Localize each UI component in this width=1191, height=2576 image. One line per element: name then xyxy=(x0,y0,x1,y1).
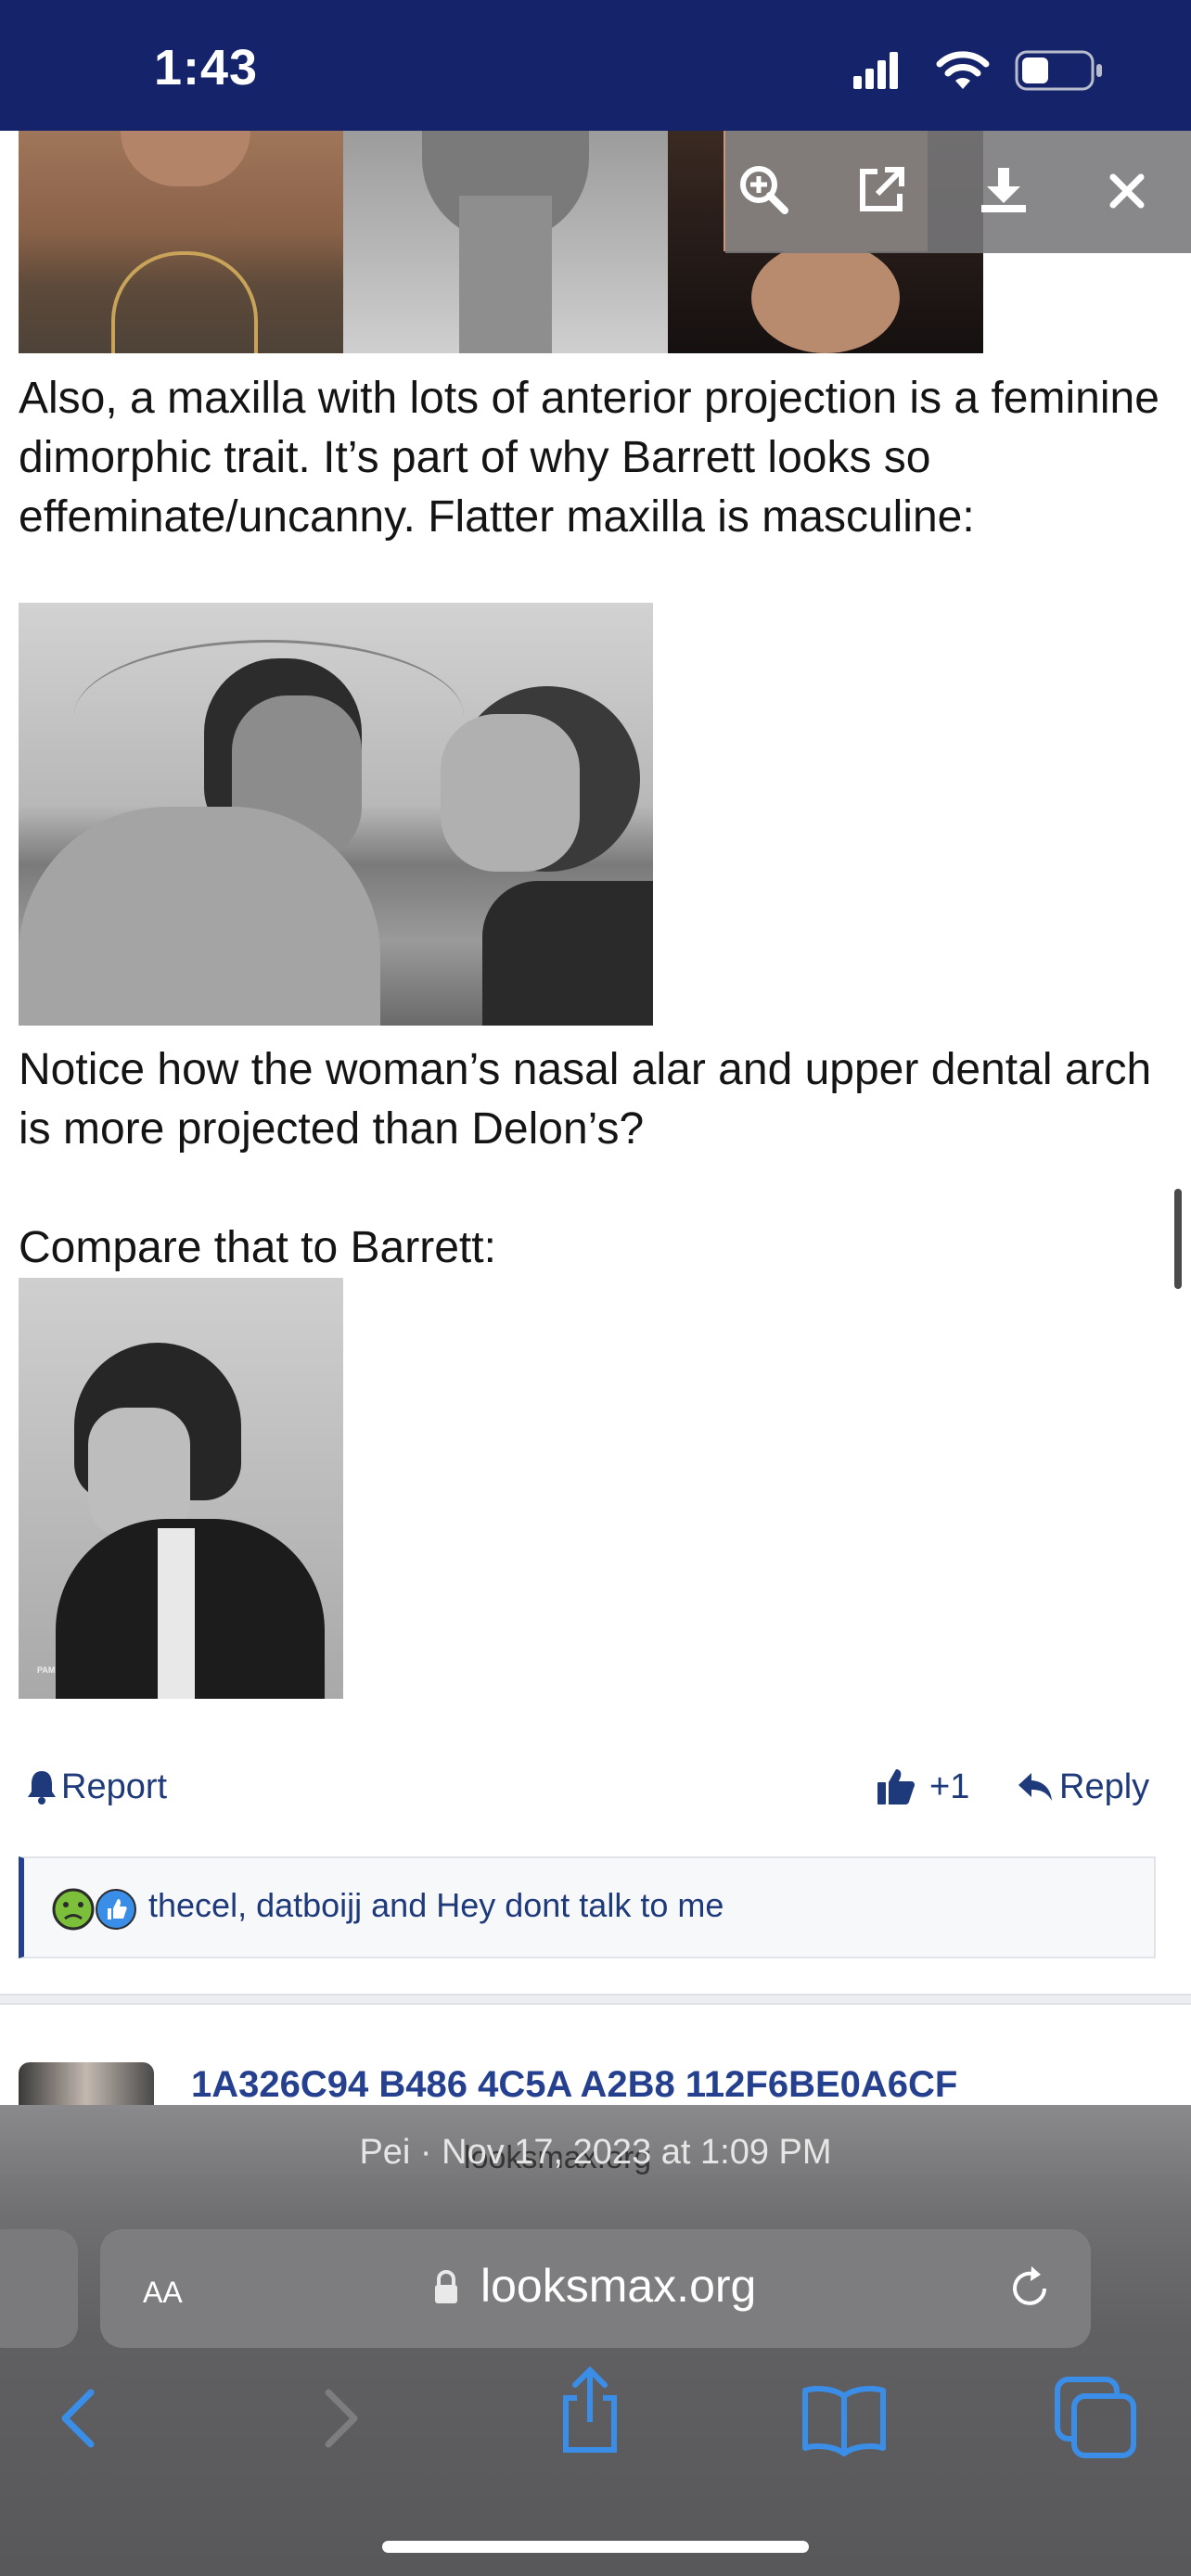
bell-icon xyxy=(28,1771,56,1804)
close-icon[interactable] xyxy=(1106,170,1148,212)
like-button[interactable]: +1 xyxy=(876,1764,969,1810)
share-icon[interactable] xyxy=(544,2365,636,2457)
next-post-title[interactable]: 1A326C94 B486 4C5A A2B8 112F6BE0A6CF xyxy=(191,2064,957,2106)
wifi-icon xyxy=(936,51,990,89)
reply-button[interactable]: Reply xyxy=(1017,1764,1149,1810)
post-image-profile[interactable]: PAM xyxy=(19,1278,343,1699)
reply-arrow-icon xyxy=(1018,1773,1052,1801)
tabs-icon[interactable] xyxy=(1050,2372,1143,2465)
download-icon[interactable] xyxy=(978,164,1030,216)
post-paragraph: Notice how the woman’s nasal alar and up… xyxy=(19,1045,1152,1154)
image-thumbnail-2[interactable] xyxy=(343,131,668,353)
forward-arrow-icon[interactable] xyxy=(293,2372,386,2465)
reader-text-size-button[interactable]: AA xyxy=(143,2266,183,2313)
previous-tab-preview[interactable] xyxy=(0,2229,78,2348)
reactions-text[interactable]: thecel, datboijj and Hey dont talk to me xyxy=(148,1886,724,1925)
like-reaction-icon xyxy=(96,1889,136,1930)
url-text[interactable]: looksmax.org xyxy=(480,2259,756,2313)
nauseated-face-icon xyxy=(52,1888,95,1931)
zoom-in-icon[interactable] xyxy=(738,164,790,216)
thumbs-up-icon xyxy=(877,1769,915,1804)
post-paragraph: Also, a maxilla with lots of anterior pr… xyxy=(19,374,1159,542)
post-paragraph: Compare that to Barrett: xyxy=(19,1223,496,1272)
open-external-icon[interactable] xyxy=(855,164,907,216)
status-time: 1:43 xyxy=(154,40,259,96)
lock-icon xyxy=(435,2270,457,2303)
scrollbar-thumb[interactable] xyxy=(1174,1189,1182,1289)
next-post-meta: Pei · Nov 17, 2023 at 1:09 PM xyxy=(359,2133,832,2172)
address-bar[interactable]: AA looksmax.org xyxy=(100,2229,1091,2348)
image-viewer-toolbar xyxy=(725,131,1191,253)
report-label: Report xyxy=(61,1766,168,1806)
cellular-signal-icon xyxy=(853,52,898,89)
magazine-caption: PAM xyxy=(37,1665,56,1675)
post-divider xyxy=(0,1994,1191,2005)
status-bar: 1:43 xyxy=(0,0,1191,131)
post-image-couple[interactable] xyxy=(19,603,653,1026)
reply-label: Reply xyxy=(1059,1766,1150,1806)
reload-icon[interactable] xyxy=(1004,2263,1056,2315)
back-arrow-icon[interactable] xyxy=(33,2372,126,2465)
report-button[interactable]: Report xyxy=(26,1764,167,1810)
reactions-bar[interactable]: thecel, datboijj and Hey dont talk to me xyxy=(19,1856,1156,1958)
bookmarks-icon[interactable] xyxy=(798,2372,890,2465)
battery-icon xyxy=(1015,50,1102,91)
like-count: +1 xyxy=(929,1766,970,1806)
image-thumbnail-1[interactable] xyxy=(19,131,343,353)
aa-label: AA xyxy=(143,2276,183,2309)
home-indicator xyxy=(382,2541,809,2553)
